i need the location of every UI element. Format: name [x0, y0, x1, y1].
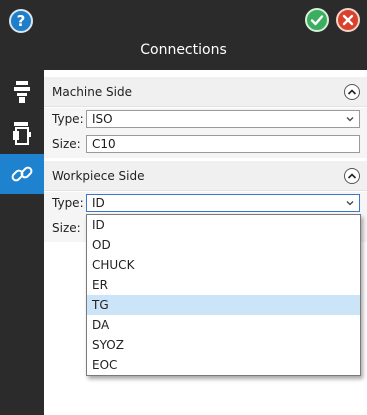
sidebar-item-tool-holder[interactable] — [0, 72, 44, 112]
workpiece-type-value: ID — [92, 196, 105, 210]
machine-size-label: Size: — [52, 137, 81, 151]
dropdown-option-hovered[interactable]: TG — [87, 295, 360, 315]
machine-size-field[interactable]: C10 — [86, 135, 360, 153]
sidebar-item-tool-assembly[interactable] — [0, 113, 44, 153]
workpiece-side-collapse-button[interactable] — [344, 168, 360, 184]
machine-type-value: ISO — [92, 112, 113, 126]
workpiece-side-header[interactable]: Workpiece Side — [44, 161, 367, 191]
chevron-down-icon — [346, 201, 354, 206]
machine-side-header[interactable]: Machine Side — [44, 77, 367, 107]
chevron-down-icon — [346, 117, 354, 122]
machine-side-body: Type: ISO Size: C10 — [44, 108, 367, 158]
dropdown-option[interactable]: SYOZ — [87, 335, 360, 355]
title-bar: ? Connections — [0, 0, 367, 70]
dropdown-option[interactable]: ID — [87, 215, 360, 235]
help-icon: ? — [16, 12, 26, 30]
workpiece-type-dropdown-list: ID OD CHUCK ER TG DA SYOZ EOC — [86, 214, 361, 376]
window-title: Connections — [140, 42, 227, 58]
workpiece-size-label: Size: — [52, 221, 81, 235]
help-button[interactable]: ? — [9, 9, 33, 33]
machine-size-value: C10 — [92, 137, 116, 151]
connection-link-icon — [11, 166, 33, 182]
dropdown-option[interactable]: OD — [87, 235, 360, 255]
dropdown-option[interactable]: EOC — [87, 355, 360, 375]
workpiece-side-title: Workpiece Side — [52, 169, 145, 183]
machine-type-label: Type: — [52, 112, 84, 126]
dropdown-option[interactable]: CHUCK — [87, 255, 360, 275]
sidebar-item-connections[interactable] — [0, 154, 44, 194]
machine-type-select[interactable]: ISO — [86, 110, 360, 128]
machine-side-collapse-button[interactable] — [344, 84, 360, 100]
tool-holder-icon — [14, 81, 30, 103]
ok-button[interactable] — [305, 8, 329, 32]
machine-side-title: Machine Side — [52, 85, 132, 99]
sidebar — [0, 70, 44, 415]
chevron-up-icon — [347, 89, 357, 95]
tool-assembly-icon — [13, 122, 31, 145]
workpiece-type-label: Type: — [52, 196, 84, 210]
cancel-button[interactable] — [336, 8, 360, 32]
chevron-up-icon — [347, 173, 357, 179]
checkmark-icon — [310, 15, 324, 26]
dropdown-option[interactable]: DA — [87, 315, 360, 335]
close-icon — [342, 14, 354, 26]
dropdown-option[interactable]: ER — [87, 275, 360, 295]
workpiece-type-select[interactable]: ID — [86, 194, 360, 212]
